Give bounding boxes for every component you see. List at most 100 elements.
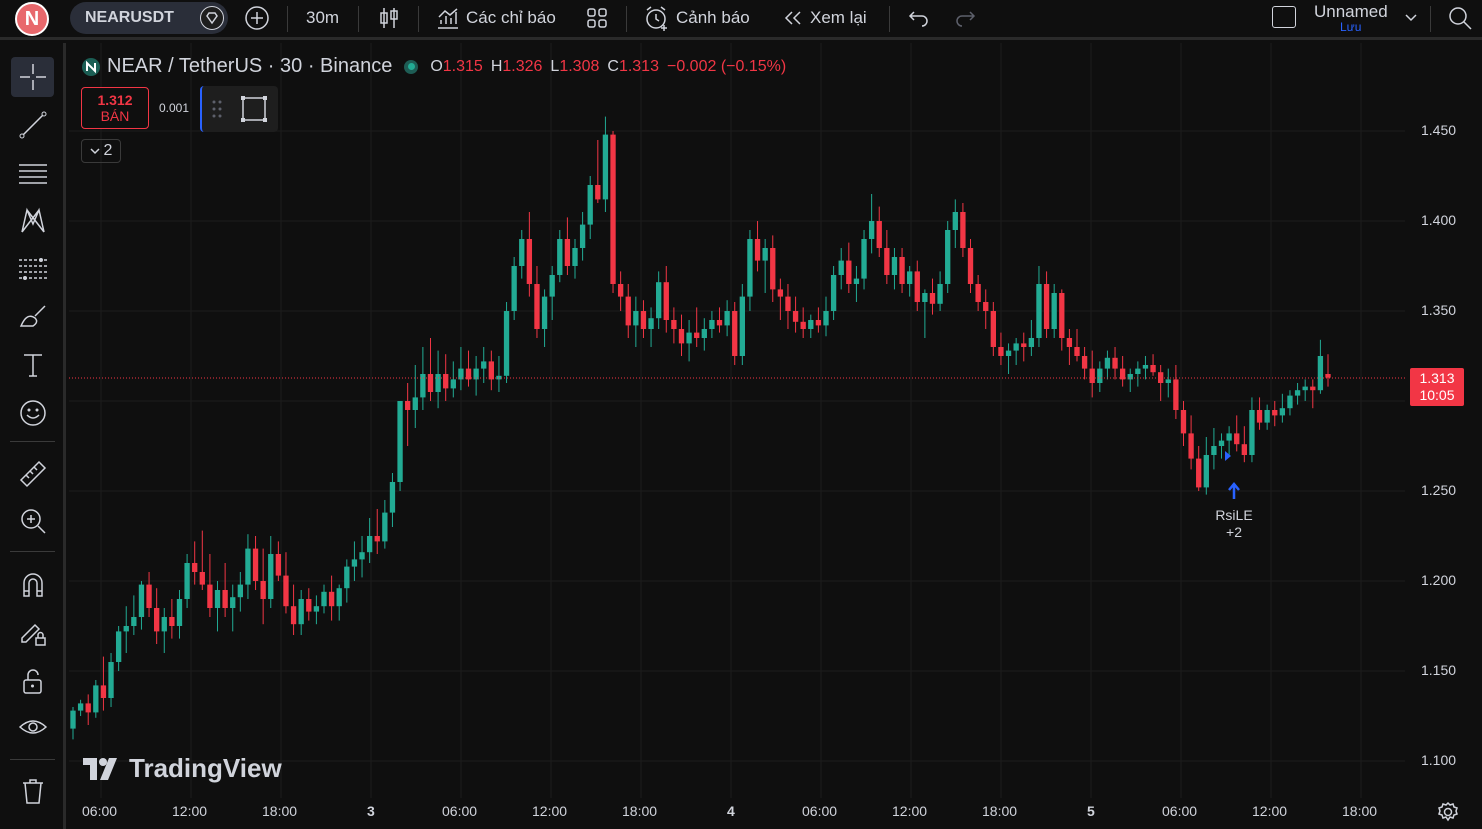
undo-button[interactable] [908,0,930,36]
candle-body [1226,433,1232,441]
sell-button[interactable]: 1.312 BÁN [81,87,149,129]
layout-save-status[interactable]: Lưu [1340,20,1361,34]
layout-menu-button[interactable] [1404,0,1418,36]
candle-body [564,239,571,266]
candle [656,271,662,329]
candle [1051,284,1057,338]
candle-body [176,599,183,626]
time-axis-label: 12:00 [1252,803,1288,819]
high-value: 1.326 [502,57,543,75]
candle [762,239,768,293]
candle [595,140,601,203]
candle-body [1249,410,1255,455]
candle [154,588,160,644]
lock-all-tool[interactable] [11,661,54,701]
candle [709,311,715,338]
candle [846,242,852,293]
symbol-title[interactable]: NEAR / TetherUS · 30 · Binance [107,55,392,78]
candle-body [868,221,875,239]
quick-search-button[interactable] [1447,0,1473,36]
indicators-collapse-button[interactable]: 2 [81,139,121,163]
magnet-tool[interactable] [11,565,54,605]
candle [671,307,677,344]
layout-name[interactable]: Unnamed [1314,2,1388,22]
indicators-button[interactable]: Các chỉ báo [436,0,556,36]
candle [830,266,837,320]
candle [572,239,578,279]
expand-square-icon[interactable] [240,95,268,123]
top-toolbar: N NEARUSDT 30m Các chỉ báo Cảnh báo Xem … [0,0,1482,40]
crosshair-tool[interactable] [11,57,54,97]
trend-line-tool[interactable] [11,105,54,145]
brush-tool[interactable] [11,297,54,337]
rsi-signal-label[interactable]: RsiLE +2 [1215,507,1253,541]
market-status-icon[interactable] [404,59,419,74]
candle-body [1188,433,1194,459]
candle [268,536,274,608]
candle-body [701,329,707,338]
layout-square-icon[interactable] [1272,6,1296,28]
candlestick-chart[interactable] [69,43,1482,829]
ruler-icon [19,460,46,488]
lock-drawing-tool[interactable] [11,613,54,653]
templates-button[interactable] [585,0,609,36]
candle [199,530,205,590]
candle [1005,343,1012,374]
projection-tool[interactable] [11,249,54,289]
interval-button[interactable]: 30m [306,0,339,36]
candle-body [260,581,266,599]
spread-value: 0.001 [159,101,190,115]
candle [222,563,228,617]
measure-tool[interactable] [11,454,54,494]
alerts-button[interactable]: Cảnh báo [644,0,750,36]
magnet-icon [22,573,43,597]
trading-panel-handle[interactable] [200,86,278,132]
horizontal-lines-tool[interactable] [11,153,54,193]
chevron-down-icon [1405,14,1417,22]
visibility-tool[interactable] [11,707,54,747]
candle [800,307,806,338]
candle [1241,426,1247,463]
candle [389,473,396,527]
chart-settings-button[interactable] [1437,801,1459,828]
emoji-tool[interactable] [11,393,54,433]
text-tool[interactable] [11,345,54,385]
candle [983,289,989,329]
redo-button[interactable] [954,0,976,36]
candle-body [1074,347,1080,356]
compare-symbol-button[interactable] [244,0,270,36]
user-avatar[interactable]: N [15,2,49,36]
candle [93,680,99,718]
chart-type-button[interactable] [378,0,400,36]
candle-body [739,296,745,356]
toolbar-divider [889,6,890,32]
pattern-tool[interactable] [11,201,54,241]
toolbar-divider [1430,6,1431,32]
candle [998,332,1004,365]
candle [868,194,875,254]
candle-body [252,548,259,581]
candle-body [336,588,342,607]
tradingview-watermark[interactable]: TradingView [83,753,282,784]
diamond-icon[interactable] [200,6,224,30]
candle-body [732,311,738,356]
candle-body [929,293,936,304]
candle [732,302,738,365]
candle-series [70,116,1331,740]
candle [405,383,411,446]
zoom-tool[interactable] [11,501,54,541]
candle [161,608,167,653]
candle-body [405,401,411,410]
candle [823,296,829,337]
candle-body [1059,293,1065,338]
candle [899,248,905,293]
candle [1142,356,1149,380]
replay-button[interactable]: Xem lại [782,0,867,36]
candle [952,199,958,248]
chart-pane[interactable]: NEAR / TetherUS · 30 · Binance O1.315 H1… [69,43,1482,829]
candle [922,289,928,338]
tradingview-app: N NEARUSDT 30m Các chỉ báo Cảnh báo Xem … [0,0,1482,829]
candle-body [214,590,221,608]
symbol-search-button[interactable]: NEARUSDT [70,2,228,34]
remove-drawings-tool[interactable] [11,771,54,811]
